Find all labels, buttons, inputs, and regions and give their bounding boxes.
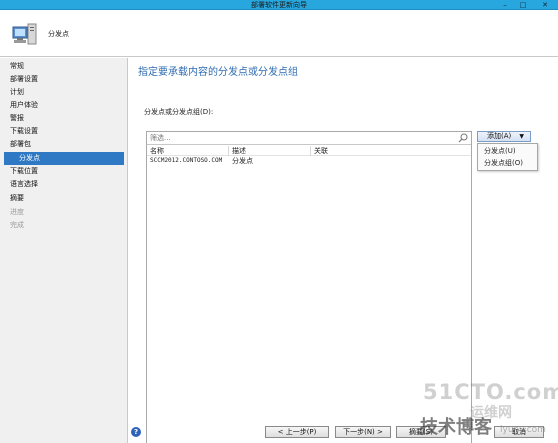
nav-item-download-location[interactable]: 下载位置 xyxy=(10,165,120,178)
wizard-nav: 常规 部署设置 计划 用户体验 警报 下载设置 部署包 分发点 下载位置 语言选… xyxy=(0,58,128,443)
nav-item-summary[interactable]: 摘要 xyxy=(10,192,120,205)
computer-wizard-icon xyxy=(12,23,37,45)
column-header-row: 名称 描述 关联 xyxy=(147,146,471,156)
row-name: SCCM2012.CONTOSO.COM xyxy=(150,157,223,164)
nav-item-schedule[interactable]: 计划 xyxy=(10,86,120,99)
nav-item-completion: 完成 xyxy=(10,221,24,229)
maximize-button[interactable]: □ xyxy=(516,0,530,10)
watermark-blog: 技术博客 xyxy=(420,417,492,438)
column-description[interactable]: 描述 xyxy=(229,146,311,156)
table-row[interactable]: SCCM2012.CONTOSO.COM 分发点 xyxy=(147,156,471,166)
filter-bar xyxy=(147,132,471,145)
filter-input[interactable] xyxy=(147,132,447,144)
nav-item-progress: 进度 xyxy=(10,208,24,216)
nav-item-download-settings[interactable]: 下载设置 xyxy=(10,125,120,138)
page-heading: 指定要承载内容的分发点或分发点组 xyxy=(138,67,298,78)
menu-item-distribution-point[interactable]: 分发点(U) xyxy=(478,145,537,157)
distribution-points-label: 分发点或分发点组(D): xyxy=(144,108,214,116)
watermark-51cto: 51CTO.com xyxy=(423,380,558,404)
page-title: 分发点 xyxy=(48,30,69,38)
nav-item-distribution-points[interactable]: 分发点 xyxy=(4,152,124,165)
prev-button[interactable]: < 上一步(P) xyxy=(265,426,329,438)
column-association[interactable]: 关联 xyxy=(311,146,471,156)
add-button[interactable]: 添加(A) ▼ xyxy=(477,131,531,142)
help-icon[interactable]: ? xyxy=(131,427,141,437)
title-bar: 部署软件更新向导 – □ ✕ xyxy=(0,0,558,10)
menu-item-distribution-point-group[interactable]: 分发点组(O) xyxy=(478,157,537,169)
nav-item-deployment-package[interactable]: 部署包 xyxy=(10,138,120,151)
chevron-down-icon: ▼ xyxy=(519,133,524,140)
watermark-iyunv: iyunv.com xyxy=(500,425,546,435)
next-button[interactable]: 下一步(N) > xyxy=(335,426,391,438)
row-description: 分发点 xyxy=(232,157,253,165)
add-menu: 分发点(U) 分发点组(O) xyxy=(477,143,538,171)
wizard-header: 分发点 xyxy=(0,10,558,57)
nav-item-alerts[interactable]: 警报 xyxy=(10,112,120,125)
nav-item-user-experience[interactable]: 用户体验 xyxy=(10,99,120,112)
window-title: 部署软件更新向导 xyxy=(251,1,307,9)
nav-item-general[interactable]: 常规 xyxy=(10,60,120,73)
nav-item-language-selection[interactable]: 语言选择 xyxy=(10,178,120,191)
search-icon[interactable] xyxy=(458,133,468,143)
add-button-label: 添加(A) xyxy=(487,132,512,140)
row-association xyxy=(311,156,471,166)
minimize-button[interactable]: – xyxy=(498,0,512,10)
column-name[interactable]: 名称 xyxy=(147,146,229,156)
nav-item-deployment-settings[interactable]: 部署设置 xyxy=(10,73,120,86)
close-button[interactable]: ✕ xyxy=(538,0,552,10)
